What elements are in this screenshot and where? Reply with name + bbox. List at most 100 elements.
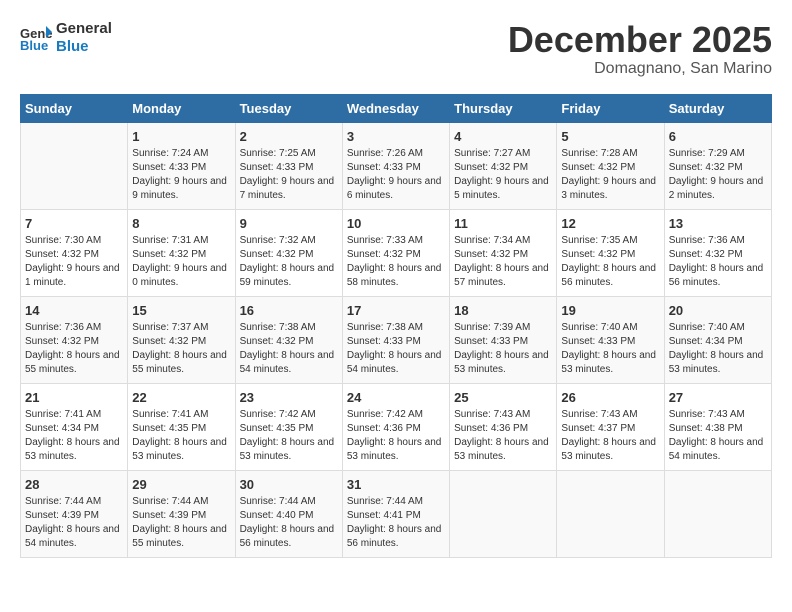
cell-info: Sunrise: 7:36 AMSunset: 4:32 PMDaylight:… — [669, 234, 767, 290]
calendar-cell: 8Sunrise: 7:31 AMSunset: 4:32 PMDaylight… — [128, 209, 235, 296]
calendar-cell: 21 Sunrise: 7:41 AMSunset: 4:34 PMDayligh… — [21, 383, 128, 470]
svg-text:Blue: Blue — [20, 38, 48, 52]
cell-info: Sunrise: 7:43 AMSunset: 4:36 PMDaylight:… — [454, 408, 552, 464]
day-number: 25 — [454, 390, 552, 405]
cell-info: Sunrise: 7:38 AMSunset: 4:32 PMDaylight:… — [240, 321, 338, 377]
cell-info: Sunrise: 7:36 AMSunset: 4:32 PMDaylight:… — [25, 321, 123, 377]
calendar-cell: 2 Sunrise: 7:25 AMSunset: 4:33 PMDaylight… — [235, 122, 342, 209]
calendar-cell: 23 Sunrise: 7:42 AMSunset: 4:35 PMDayligh… — [235, 383, 342, 470]
day-number: 23 — [240, 390, 338, 405]
weekday-header-row: SundayMondayTuesdayWednesdayThursdayFrid… — [21, 94, 772, 122]
calendar-cell: 14 Sunrise: 7:36 AMSunset: 4:32 PMDayligh… — [21, 296, 128, 383]
cell-info: Sunrise: 7:41 AMSunset: 4:34 PMDaylight:… — [25, 408, 123, 464]
day-number: 19 — [561, 303, 659, 318]
calendar-week-1: 1 Sunrise: 7:24 AMSunset: 4:33 PMDaylight… — [21, 122, 772, 209]
weekday-header-friday: Friday — [557, 94, 664, 122]
calendar-cell — [664, 470, 771, 557]
calendar-week-2: 7 Sunrise: 7:30 AMSunset: 4:32 PMDaylight… — [21, 209, 772, 296]
calendar-cell: 19 Sunrise: 7:40 AMSunset: 4:33 PMDayligh… — [557, 296, 664, 383]
calendar-cell: 24 Sunrise: 7:42 AMSunset: 4:36 PMDayligh… — [342, 383, 449, 470]
cell-info: Sunrise: 7:32 AMSunset: 4:32 PMDaylight:… — [240, 234, 338, 290]
cell-info: Sunrise: 7:39 AMSunset: 4:33 PMDaylight:… — [454, 321, 552, 377]
cell-info: Sunrise: 7:40 AMSunset: 4:33 PMDaylight:… — [561, 321, 659, 377]
calendar-cell — [450, 470, 557, 557]
calendar-cell: 22 Sunrise: 7:41 AMSunset: 4:35 PMDayligh… — [128, 383, 235, 470]
calendar-week-4: 21 Sunrise: 7:41 AMSunset: 4:34 PMDayligh… — [21, 383, 772, 470]
logo-text: GeneralBlue — [56, 20, 112, 56]
calendar-cell: 20 Sunrise: 7:40 AMSunset: 4:34 PMDayligh… — [664, 296, 771, 383]
month-title: December 2025 — [508, 20, 772, 60]
cell-info: Sunrise: 7:34 AMSunset: 4:32 PMDaylight:… — [454, 234, 552, 290]
day-number: 12 — [561, 216, 659, 231]
day-number: 20 — [669, 303, 767, 318]
cell-info: Sunrise: 7:33 AMSunset: 4:32 PMDaylight:… — [347, 234, 445, 290]
weekday-header-wednesday: Wednesday — [342, 94, 449, 122]
cell-info: Sunrise: 7:29 AMSunset: 4:32 PMDaylight:… — [669, 147, 767, 203]
weekday-header-saturday: Saturday — [664, 94, 771, 122]
weekday-header-monday: Monday — [128, 94, 235, 122]
day-number: 15 — [132, 303, 230, 318]
cell-info: Sunrise: 7:42 AMSunset: 4:35 PMDaylight:… — [240, 408, 338, 464]
cell-info: Sunrise: 7:44 AMSunset: 4:41 PMDaylight:… — [347, 495, 445, 551]
calendar-cell: 27 Sunrise: 7:43 AMSunset: 4:38 PMDayligh… — [664, 383, 771, 470]
day-number: 5 — [561, 129, 659, 144]
calendar-cell: 25 Sunrise: 7:43 AMSunset: 4:36 PMDayligh… — [450, 383, 557, 470]
calendar-week-5: 28 Sunrise: 7:44 AMSunset: 4:39 PMDayligh… — [21, 470, 772, 557]
day-number: 22 — [132, 390, 230, 405]
cell-info: Sunrise: 7:25 AMSunset: 4:33 PMDaylight:… — [240, 147, 338, 203]
calendar-cell: 9 Sunrise: 7:32 AMSunset: 4:32 PMDaylight… — [235, 209, 342, 296]
calendar-cell: 4 Sunrise: 7:27 AMSunset: 4:32 PMDaylight… — [450, 122, 557, 209]
cell-info: Sunrise: 7:40 AMSunset: 4:34 PMDaylight:… — [669, 321, 767, 377]
day-number: 28 — [25, 477, 123, 492]
calendar-cell: 7 Sunrise: 7:30 AMSunset: 4:32 PMDaylight… — [21, 209, 128, 296]
cell-info: Sunrise: 7:30 AMSunset: 4:32 PMDaylight:… — [25, 234, 123, 290]
calendar-cell: 16Sunrise: 7:38 AMSunset: 4:32 PMDayligh… — [235, 296, 342, 383]
calendar-week-3: 14 Sunrise: 7:36 AMSunset: 4:32 PMDayligh… — [21, 296, 772, 383]
calendar-table: SundayMondayTuesdayWednesdayThursdayFrid… — [20, 94, 772, 558]
calendar-cell: 15Sunrise: 7:37 AMSunset: 4:32 PMDayligh… — [128, 296, 235, 383]
calendar-cell: 3 Sunrise: 7:26 AMSunset: 4:33 PMDaylight… — [342, 122, 449, 209]
calendar-cell: 10 Sunrise: 7:33 AMSunset: 4:32 PMDayligh… — [342, 209, 449, 296]
day-number: 3 — [347, 129, 445, 144]
logo-icon: General Blue — [20, 24, 52, 52]
cell-info: Sunrise: 7:41 AMSunset: 4:35 PMDaylight:… — [132, 408, 230, 464]
day-number: 31 — [347, 477, 445, 492]
calendar-cell: 1 Sunrise: 7:24 AMSunset: 4:33 PMDaylight… — [128, 122, 235, 209]
cell-info: Sunrise: 7:44 AMSunset: 4:39 PMDaylight:… — [132, 495, 230, 551]
calendar-cell: 29Sunrise: 7:44 AMSunset: 4:39 PMDayligh… — [128, 470, 235, 557]
weekday-header-thursday: Thursday — [450, 94, 557, 122]
location: Domagnano, San Marino — [508, 60, 772, 78]
day-number: 7 — [25, 216, 123, 231]
cell-info: Sunrise: 7:44 AMSunset: 4:40 PMDaylight:… — [240, 495, 338, 551]
title-block: December 2025 Domagnano, San Marino — [508, 20, 772, 78]
calendar-cell: 18Sunrise: 7:39 AMSunset: 4:33 PMDayligh… — [450, 296, 557, 383]
weekday-header-tuesday: Tuesday — [235, 94, 342, 122]
calendar-cell: 31 Sunrise: 7:44 AMSunset: 4:41 PMDayligh… — [342, 470, 449, 557]
day-number: 1 — [132, 129, 230, 144]
calendar-cell — [557, 470, 664, 557]
calendar-cell: 5Sunrise: 7:28 AMSunset: 4:32 PMDaylight… — [557, 122, 664, 209]
cell-info: Sunrise: 7:42 AMSunset: 4:36 PMDaylight:… — [347, 408, 445, 464]
cell-info: Sunrise: 7:26 AMSunset: 4:33 PMDaylight:… — [347, 147, 445, 203]
day-number: 2 — [240, 129, 338, 144]
day-number: 4 — [454, 129, 552, 144]
weekday-header-sunday: Sunday — [21, 94, 128, 122]
day-number: 17 — [347, 303, 445, 318]
day-number: 9 — [240, 216, 338, 231]
day-number: 14 — [25, 303, 123, 318]
calendar-cell: 12Sunrise: 7:35 AMSunset: 4:32 PMDayligh… — [557, 209, 664, 296]
day-number: 27 — [669, 390, 767, 405]
cell-info: Sunrise: 7:43 AMSunset: 4:38 PMDaylight:… — [669, 408, 767, 464]
calendar-cell: 30Sunrise: 7:44 AMSunset: 4:40 PMDayligh… — [235, 470, 342, 557]
day-number: 10 — [347, 216, 445, 231]
day-number: 13 — [669, 216, 767, 231]
day-number: 26 — [561, 390, 659, 405]
calendar-cell: 6Sunrise: 7:29 AMSunset: 4:32 PMDaylight… — [664, 122, 771, 209]
cell-info: Sunrise: 7:38 AMSunset: 4:33 PMDaylight:… — [347, 321, 445, 377]
day-number: 24 — [347, 390, 445, 405]
cell-info: Sunrise: 7:24 AMSunset: 4:33 PMDaylight:… — [132, 147, 230, 203]
calendar-cell: 13 Sunrise: 7:36 AMSunset: 4:32 PMDayligh… — [664, 209, 771, 296]
calendar-cell — [21, 122, 128, 209]
day-number: 21 — [25, 390, 123, 405]
cell-info: Sunrise: 7:27 AMSunset: 4:32 PMDaylight:… — [454, 147, 552, 203]
